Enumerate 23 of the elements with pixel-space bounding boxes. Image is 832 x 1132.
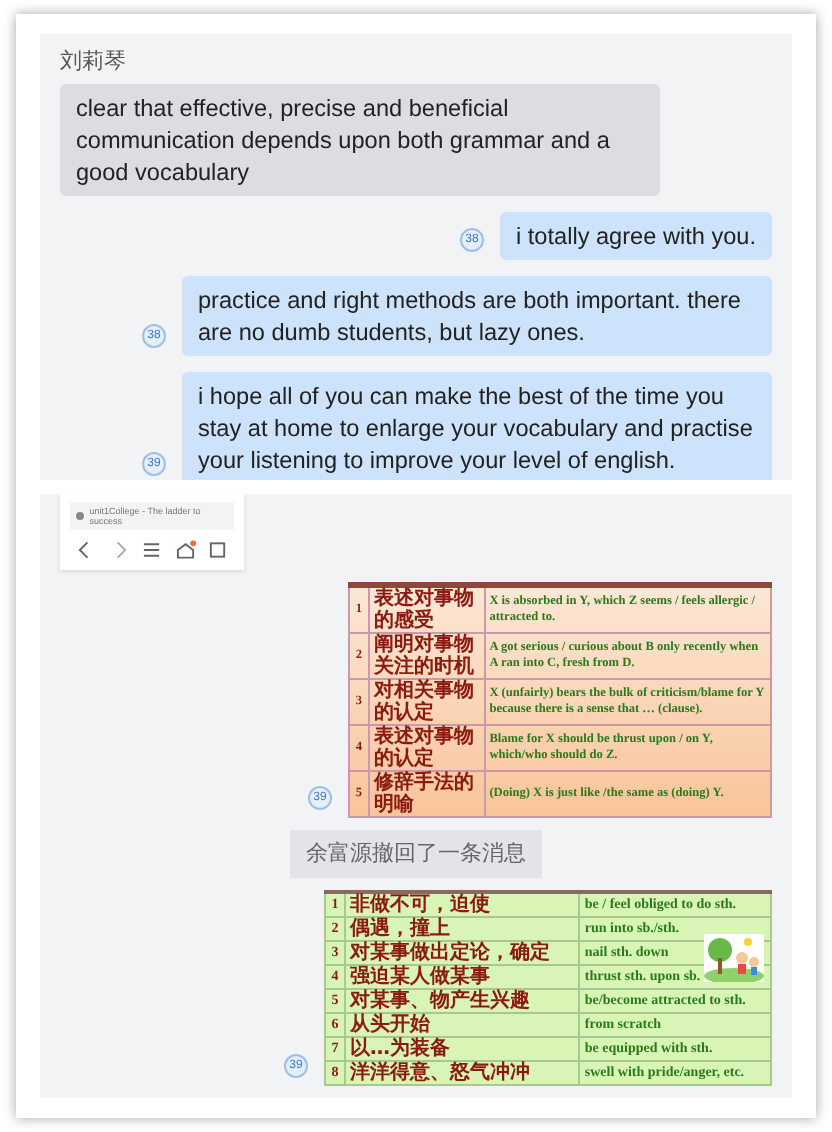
table-cell: 对某事做出定论，确定 [345,941,580,965]
tabs-icon[interactable] [208,539,228,559]
table-cell: 对某事、物产生兴趣 [345,989,580,1013]
sender-name: 刘莉琴 [60,47,128,78]
table-cell: 偶遇，撞上 [345,917,580,941]
table-cell: 对相关事物的认定 [369,678,485,724]
table-cell: 洋洋得意、怒气冲冲 [345,1061,580,1085]
link-icon [76,511,84,519]
table-cell: 以…为装备 [345,1037,580,1061]
table-cell: 强迫某人做某事 [345,965,580,989]
home-icon[interactable] [175,539,195,559]
message-bubble: clear that effective, precise and beneficial communication depends upon both grammar and a good vocabulary [60,83,660,195]
table-cell: 表述对事物的认定 [369,724,485,770]
message-bubble: i hope all of you can make the best of the time you stay at home to enlarge your vocabulary and practise your listening to improve your level of english. [182,371,772,479]
table-cell: 表述对事物的感受 [369,584,485,632]
message-bubble: practice and right methods are both important. there are no dumb students, but lazy ones. [182,275,772,355]
message-bubble: i totally agree with you. [500,211,772,259]
table-cell: 阐明对事物关注的时机 [369,632,485,678]
table-cell: 从头开始 [345,1013,580,1037]
table-cell: 非做不可，迫使 [345,892,580,917]
menu-icon[interactable] [142,539,162,559]
table-cell: 修辞手法的明喻 [369,770,485,816]
recall-notice: 余富源撤回了一条消息 [290,829,542,878]
